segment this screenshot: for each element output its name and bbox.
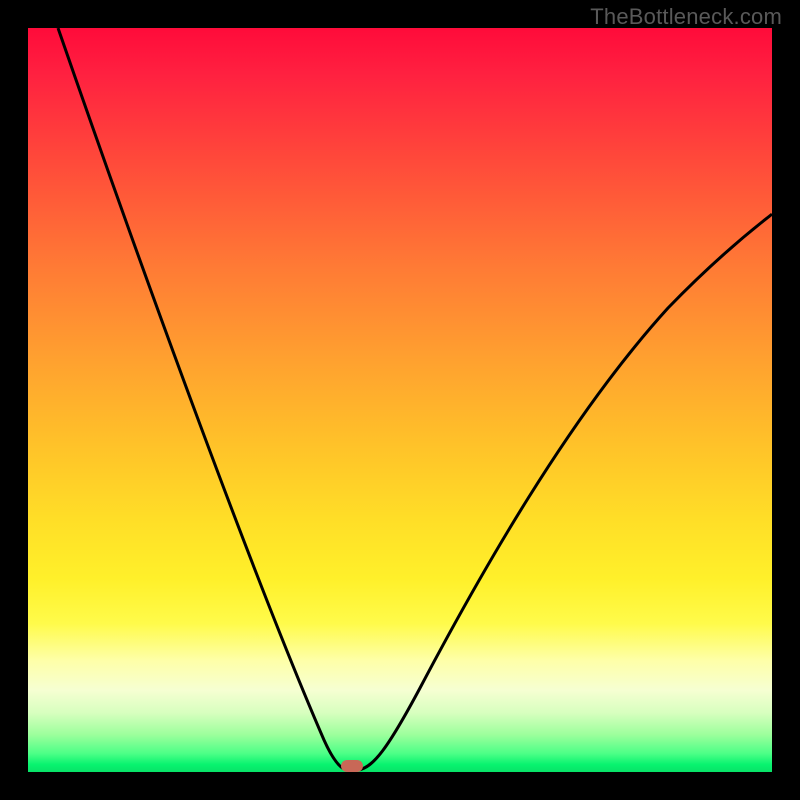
optimum-marker: [341, 760, 363, 772]
bottleneck-curve: [28, 28, 772, 772]
curve-right-branch: [358, 214, 772, 770]
gradient-plot-area: [28, 28, 772, 772]
chart-frame: TheBottleneck.com: [0, 0, 800, 800]
watermark-text: TheBottleneck.com: [590, 4, 782, 30]
curve-left-branch: [58, 28, 346, 770]
